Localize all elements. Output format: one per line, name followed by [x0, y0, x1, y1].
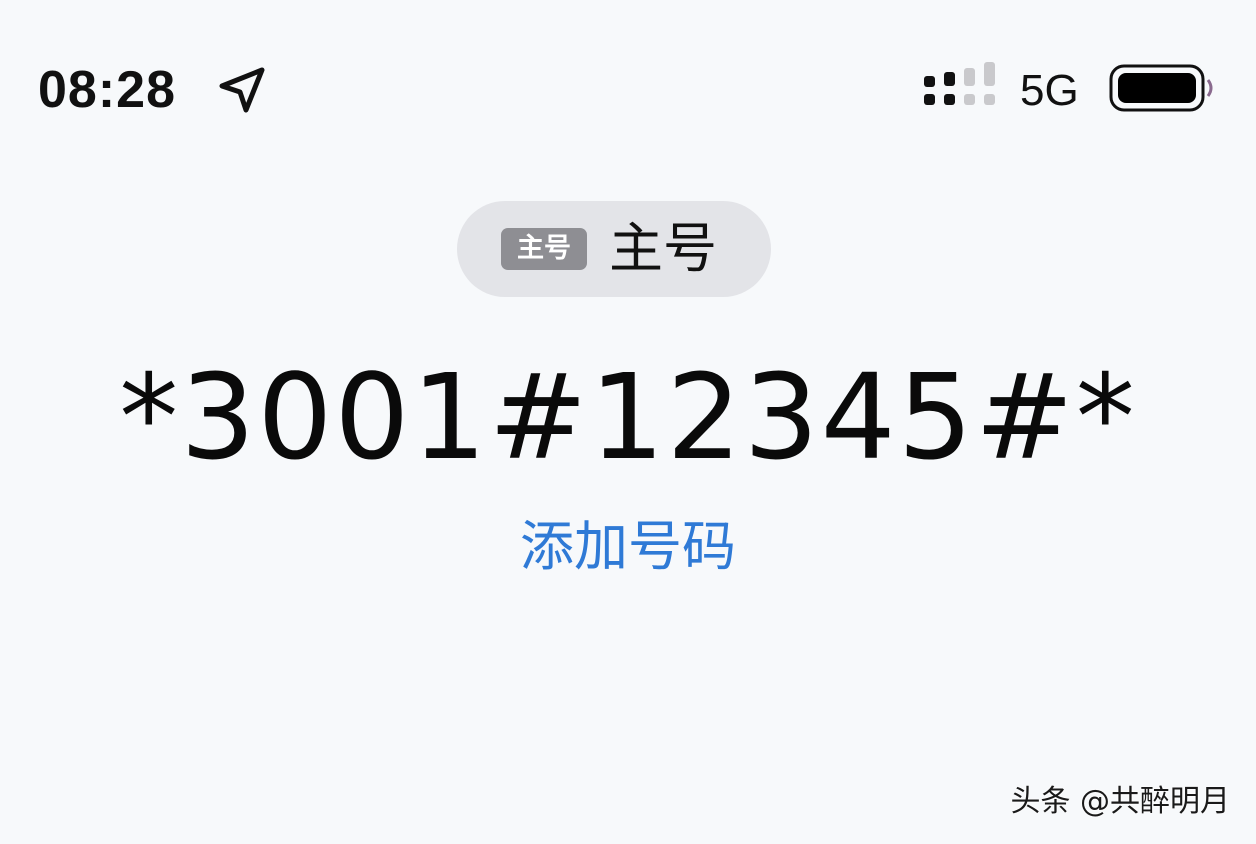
battery-icon [1109, 64, 1213, 112]
network-type: 5G [1020, 66, 1079, 115]
sim-selector[interactable]: 主号 主号 [457, 201, 771, 297]
add-number-button[interactable]: 添加号码 [0, 515, 1256, 579]
dialed-number: *3001#12345#* [119, 348, 1137, 486]
sim-badge: 主号 [501, 228, 587, 270]
cellular-signal-icon [924, 62, 995, 105]
status-bar: 08:28 5G [0, 0, 1256, 180]
sim-label: 主号 [609, 217, 717, 280]
location-arrow-icon [219, 67, 265, 113]
watermark: 头条 @共醉明月 [1010, 784, 1230, 819]
status-time: 08:28 [38, 61, 176, 119]
